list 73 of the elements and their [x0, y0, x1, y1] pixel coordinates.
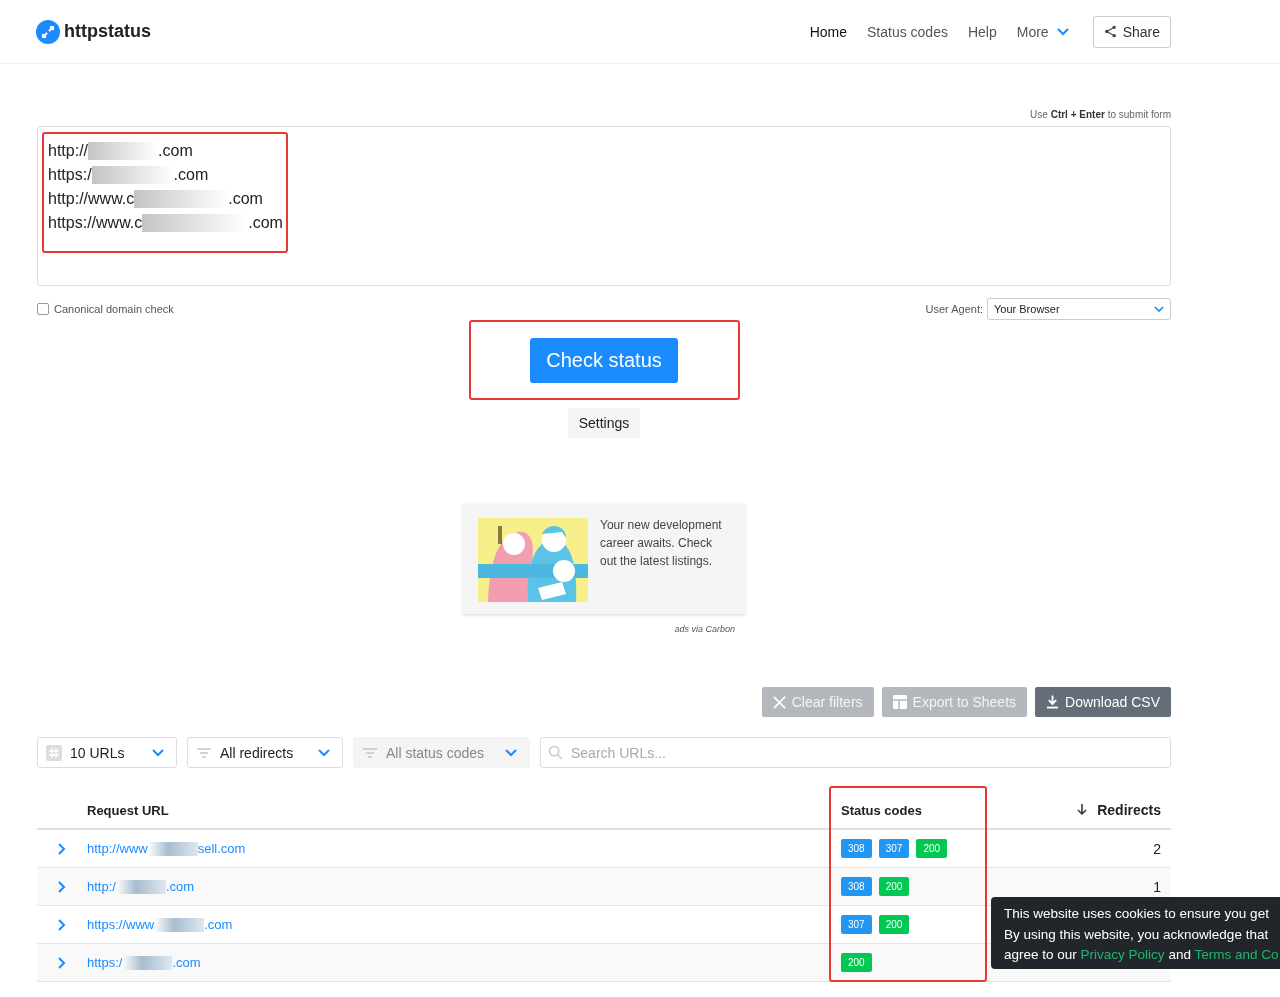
- table-icon: [892, 695, 907, 709]
- nav-link[interactable]: Status codes: [867, 23, 948, 40]
- status-code-badge: 308: [841, 839, 872, 858]
- status-code-badge: 307: [878, 839, 910, 858]
- filter-icon: [196, 746, 212, 759]
- ad-attribution[interactable]: ads via Carbon: [674, 624, 735, 634]
- terms-link[interactable]: Terms and Co: [1194, 947, 1279, 962]
- share-icon: [1103, 25, 1117, 38]
- close-icon: [772, 695, 786, 709]
- url-link[interactable]: https://www: [87, 917, 155, 932]
- user-agent-select[interactable]: Your Browser: [987, 298, 1171, 320]
- url-line: https://www.c: [48, 213, 143, 233]
- filter-select[interactable]: All redirects: [187, 737, 343, 768]
- status-code-badge: 200: [878, 877, 910, 896]
- expand-chevron-icon[interactable]: [58, 842, 66, 855]
- ad-text[interactable]: Your new development career awaits. Check out the latest listings.: [600, 516, 730, 570]
- settings-button[interactable]: Settings: [567, 408, 641, 438]
- logo-icon: [36, 19, 60, 44]
- url-link[interactable]: sell.com: [197, 841, 246, 856]
- keyboard-hint: Use Ctrl + Enter to submit form: [1029, 109, 1171, 120]
- arrow-down-icon: [1077, 804, 1088, 816]
- redaction-blur: [147, 841, 198, 856]
- column-header[interactable]: Redirects: [1041, 802, 1171, 818]
- chevron-down-icon: [1154, 305, 1164, 313]
- cookie-text: agree to our: [1004, 947, 1077, 962]
- share-button[interactable]: Share: [1092, 15, 1171, 48]
- nav-link[interactable]: More: [1016, 23, 1069, 40]
- logo-text: httpstatus: [64, 21, 151, 42]
- privacy-policy-link[interactable]: Privacy Policy: [1080, 947, 1165, 962]
- url-input-field[interactable]: http:// .com https:/ .com http://www.c .com https://www.c .com: [37, 126, 1171, 286]
- redaction-blur: [115, 879, 166, 894]
- redaction-blur: [122, 955, 173, 970]
- expand-chevron-icon[interactable]: [58, 880, 66, 893]
- status-code-badge: 308: [841, 877, 872, 896]
- search-icon: [548, 745, 563, 760]
- checkbox-label: Canonical domain check: [54, 303, 174, 315]
- cookie-text: and: [1168, 947, 1191, 962]
- status-code-badge: 200: [878, 915, 910, 934]
- url-link[interactable]: .com: [204, 917, 233, 932]
- status-code-badge: 307: [841, 915, 872, 934]
- redirect-count: 1: [1153, 878, 1161, 895]
- checkbox[interactable]: [37, 303, 49, 315]
- action-button[interactable]: Download CSV: [1035, 687, 1171, 717]
- status-code-badge: 200: [841, 953, 872, 972]
- chevron-down-icon: [505, 748, 517, 757]
- search-field[interactable]: Search URLs...: [540, 737, 1171, 768]
- chevron-down-icon: [1056, 27, 1069, 36]
- url-line: http://www.c: [48, 189, 135, 209]
- expand-chevron-icon[interactable]: [58, 956, 66, 969]
- nav-link[interactable]: Help: [967, 23, 997, 40]
- url-link[interactable]: http://www: [87, 841, 148, 856]
- expand-chevron-icon[interactable]: [58, 918, 66, 931]
- column-header[interactable]: Request URL: [87, 802, 836, 818]
- chevron-down-icon: [152, 748, 164, 757]
- nav-link[interactable]: Home: [809, 23, 847, 40]
- filter-select[interactable]: 10 URLs: [37, 737, 177, 768]
- redirect-count: 2: [1153, 840, 1161, 857]
- cookie-text: By using this website, you acknowledge that: [1004, 925, 1270, 944]
- url-line: http://: [48, 141, 89, 161]
- url-line: https:/: [48, 165, 92, 185]
- hash-icon: [46, 744, 62, 761]
- download-icon: [1046, 695, 1060, 709]
- column-header[interactable]: Status codes: [836, 802, 1041, 818]
- url-line: .com: [173, 165, 209, 185]
- status-code-badge: 200: [916, 839, 948, 858]
- cookie-text: This website uses cookies to ensure you get: [1004, 905, 1270, 923]
- redaction-blur: [154, 917, 205, 932]
- url-line: .com: [228, 189, 263, 209]
- url-line: .com: [158, 141, 193, 161]
- filter-icon: [362, 746, 378, 759]
- chevron-down-icon: [318, 748, 330, 757]
- url-line: .com: [248, 213, 283, 233]
- user-agent-label: User Agent:: [925, 303, 983, 315]
